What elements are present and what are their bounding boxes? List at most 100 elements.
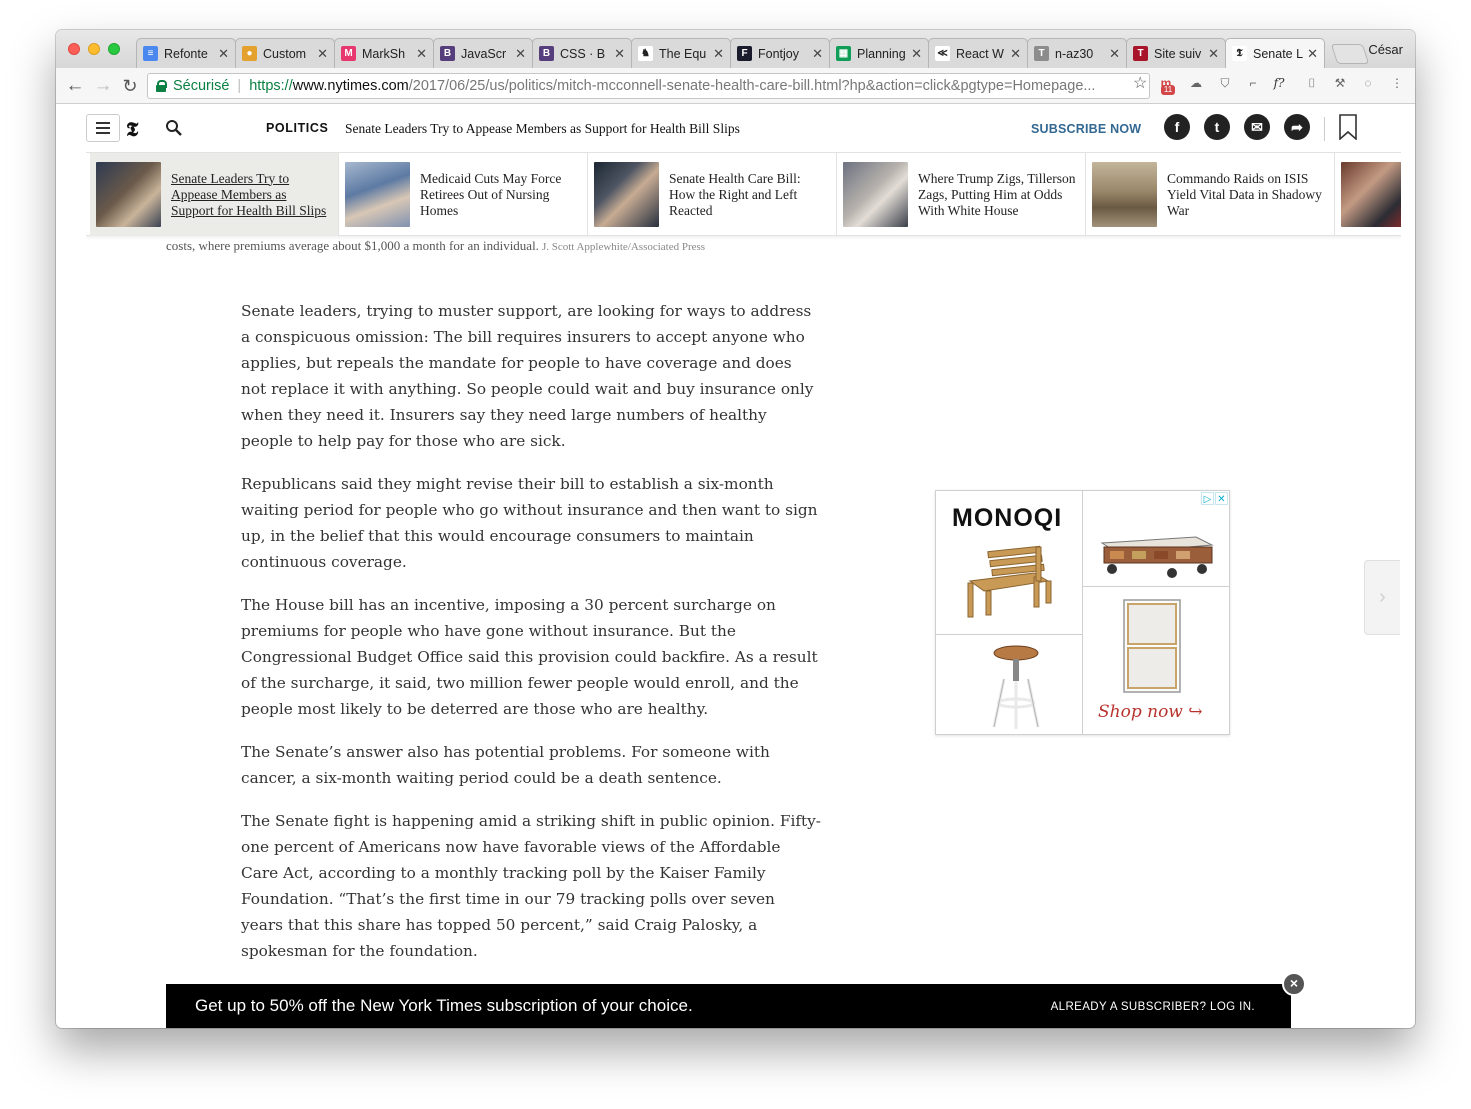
- browser-tab[interactable]: ▦ Planning ✕: [829, 38, 929, 68]
- bookmark-star-icon[interactable]: ☆: [1133, 73, 1147, 93]
- twitter-icon[interactable]: t: [1204, 114, 1230, 140]
- rail-item[interactable]: Commando Raids on ISIS Yield Vital Data …: [1086, 153, 1335, 236]
- article-body: Senate leaders, trying to muster support…: [241, 298, 821, 981]
- gmail-unread-badge: 11: [1161, 85, 1175, 95]
- browser-tab[interactable]: F Fontjoy ✕: [730, 38, 830, 68]
- browser-tab[interactable]: ● Custom ✕: [235, 38, 335, 68]
- close-tab-icon[interactable]: ✕: [218, 46, 229, 62]
- rail-item[interactable]: Where Trump Zigs, Tillerson Zags, Puttin…: [837, 153, 1086, 236]
- t-red-icon: T: [1133, 46, 1148, 61]
- tab-title: n-az30: [1055, 46, 1094, 61]
- menu-button[interactable]: [86, 114, 120, 142]
- section-label[interactable]: POLITICS: [266, 121, 328, 135]
- rail-item[interactable]: Senate Health Care Bill: How the Right a…: [588, 153, 837, 236]
- share-icon[interactable]: ➦: [1284, 114, 1310, 140]
- tab-title: Custom: [263, 46, 307, 61]
- adchoices-icon[interactable]: ▷: [1201, 492, 1214, 505]
- shelf-image: [1123, 599, 1181, 693]
- browser-tab[interactable]: ≪ React W ✕: [928, 38, 1028, 68]
- close-tab-icon[interactable]: ✕: [1109, 46, 1120, 62]
- browser-tab[interactable]: ≡ Refonte ✕: [136, 38, 236, 68]
- close-tab-icon[interactable]: ✕: [515, 46, 526, 62]
- url-path: /2017/06/25/us/politics/mitch-mcconnell-…: [408, 78, 1096, 94]
- react-w-icon: ≪: [935, 46, 950, 61]
- nyt-header-bar: 𝕿 POLITICS Senate Leaders Try to Appease…: [86, 105, 1401, 153]
- camera-icon[interactable]: ⌷: [1304, 75, 1320, 91]
- rail-thumbnail: [96, 162, 161, 227]
- cloud-icon[interactable]: ☁: [1188, 75, 1204, 91]
- people-icon: ♞: [638, 46, 653, 61]
- ad-choices[interactable]: ▷ ✕: [1201, 492, 1228, 505]
- bootstrap-icon: B: [440, 46, 455, 61]
- close-tab-icon[interactable]: ✕: [416, 46, 427, 62]
- browser-tab[interactable]: B JavaScr ✕: [433, 38, 533, 68]
- browser-tab[interactable]: Tn-az30 ✕: [1027, 38, 1127, 68]
- fontjoy-icon: F: [737, 46, 752, 61]
- rail-thumbnail: [1341, 162, 1401, 227]
- rail-thumbnail: [594, 162, 659, 227]
- t-grey-icon: T: [1034, 46, 1049, 61]
- font-ext-icon[interactable]: f?: [1271, 75, 1287, 91]
- rail-title: Senate Health Care Bill: How the Right a…: [669, 170, 801, 218]
- tab-title: Senate L: [1253, 46, 1304, 61]
- photo-credit: J. Scott Applewhite/Associated Press: [541, 241, 706, 253]
- profile-name[interactable]: César: [1368, 42, 1403, 57]
- browser-toolbar: ← → ↻ Sécurisé | https://www.nytimes.com…: [56, 68, 1415, 104]
- rail-thumbnail: [843, 162, 908, 227]
- display-ad[interactable]: ▷ ✕ MONOQI Shop now ↪: [935, 490, 1230, 735]
- tab-title: Refonte: [164, 46, 208, 61]
- close-tab-icon[interactable]: ✕: [812, 46, 823, 62]
- nyt-logo-icon[interactable]: 𝕿: [126, 117, 138, 141]
- colorful-ring-icon[interactable]: ◌: [1360, 75, 1376, 91]
- back-button[interactable]: ←: [64, 75, 86, 97]
- close-tab-icon[interactable]: ✕: [614, 46, 625, 62]
- caption-text: costs, where premiums average about $1,0…: [166, 238, 539, 253]
- shield-icon[interactable]: ⛉: [1217, 75, 1233, 91]
- close-banner-icon[interactable]: ×: [1282, 972, 1306, 996]
- close-tab-icon[interactable]: ✕: [713, 46, 724, 62]
- browser-tab[interactable]: B CSS · B ✕: [532, 38, 632, 68]
- photo-caption: costs, where premiums average about $1,0…: [166, 238, 705, 254]
- browser-tab[interactable]: T Site suiv ✕: [1126, 38, 1226, 68]
- reload-button[interactable]: ↻: [119, 75, 141, 97]
- next-article-arrow-icon[interactable]: ›: [1364, 560, 1400, 635]
- tab-strip: ≡ Refonte ✕ ● Custom ✕ M MarkSh ✕ B JavaScr ✕ B CSS ·…: [56, 30, 1415, 68]
- close-tab-icon[interactable]: ✕: [1307, 46, 1318, 62]
- close-tab-icon[interactable]: ✕: [911, 46, 922, 62]
- article-paragraph: Senate leaders, trying to muster support…: [241, 302, 814, 450]
- rail-item[interactable]: Senate Leaders Try to Appease Members as…: [90, 153, 339, 236]
- fullscreen-window-button[interactable]: [108, 43, 120, 55]
- email-icon[interactable]: ✉: [1244, 114, 1270, 140]
- rail-thumbnail: [345, 162, 410, 227]
- rail-item[interactable]: [1335, 153, 1401, 236]
- promo-text[interactable]: Get up to 50% off the New York Times sub…: [195, 996, 693, 1016]
- docs-icon: ≡: [143, 46, 158, 61]
- address-bar[interactable]: Sécurisé | https://www.nytimes.com/2017/…: [147, 73, 1150, 99]
- search-icon[interactable]: [164, 118, 184, 138]
- browser-tab[interactable]: 𝕿 Senate L ✕: [1225, 38, 1325, 68]
- stool-image: [992, 645, 1040, 729]
- more-vert-icon[interactable]: ⋮: [1389, 75, 1405, 91]
- subscription-banner[interactable]: Get up to 50% off the New York Times sub…: [166, 984, 1291, 1028]
- new-tab-button[interactable]: [1330, 44, 1370, 64]
- tools-icon[interactable]: ⚒: [1332, 75, 1348, 91]
- ad-close-icon[interactable]: ✕: [1215, 492, 1228, 505]
- bookmark-ext-icon[interactable]: ⌐: [1245, 75, 1261, 91]
- shop-now-link[interactable]: Shop now ↪: [1098, 702, 1203, 722]
- close-tab-icon[interactable]: ✕: [1010, 46, 1021, 62]
- close-tab-icon[interactable]: ✕: [1208, 46, 1219, 62]
- article-paragraph: The House bill has an incentive, imposin…: [241, 596, 818, 718]
- facebook-icon[interactable]: f: [1164, 114, 1190, 140]
- save-bookmark-icon[interactable]: [1339, 114, 1357, 140]
- login-link[interactable]: ALREADY A SUBSCRIBER? LOG IN.: [1051, 1001, 1255, 1013]
- tab-title: React W: [956, 46, 1004, 61]
- close-window-button[interactable]: [68, 43, 80, 55]
- subscribe-link[interactable]: SUBSCRIBE NOW: [1031, 122, 1141, 136]
- minimize-window-button[interactable]: [88, 43, 100, 55]
- browser-tab[interactable]: ♞ The Equ ✕: [631, 38, 731, 68]
- rail-item[interactable]: Medicaid Cuts May Force Retirees Out of …: [339, 153, 588, 236]
- browser-tab[interactable]: M MarkSh ✕: [334, 38, 434, 68]
- forward-button[interactable]: →: [92, 75, 114, 97]
- close-tab-icon[interactable]: ✕: [317, 46, 328, 62]
- marksheet-icon: M: [341, 46, 356, 61]
